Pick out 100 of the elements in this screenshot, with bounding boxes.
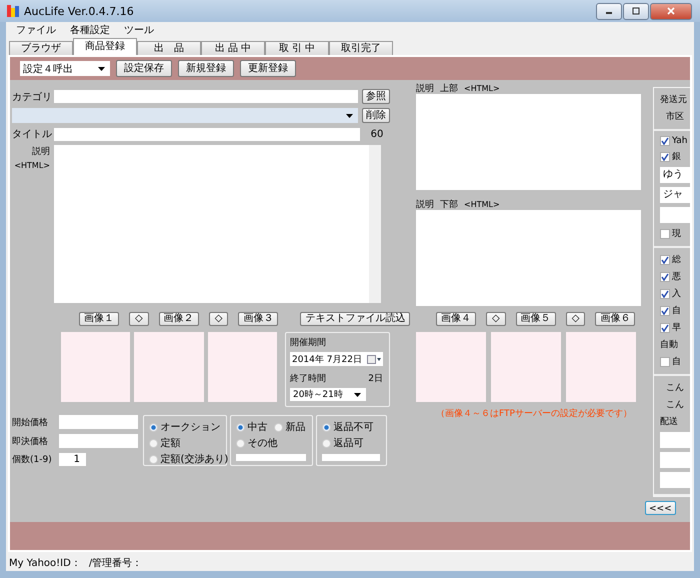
image-button[interactable]: 画像５ bbox=[516, 312, 556, 326]
radio-option[interactable]: 返品可 bbox=[322, 436, 364, 450]
title-field[interactable] bbox=[54, 128, 360, 140]
panel-label: 発送元 bbox=[660, 94, 688, 106]
image-button[interactable]: 画像３ bbox=[238, 312, 278, 326]
maximize-icon bbox=[632, 7, 640, 15]
caret-icon bbox=[346, 114, 353, 118]
swap-button[interactable]: ◇ bbox=[129, 312, 149, 326]
image-button[interactable]: 画像２ bbox=[158, 312, 199, 326]
checkbox-option[interactable]: 悪 bbox=[660, 270, 690, 283]
image-slot[interactable] bbox=[566, 332, 636, 402]
radio-option[interactable]: 中古 bbox=[236, 420, 268, 434]
toolbar-button[interactable]: 更新登録 bbox=[240, 60, 296, 77]
checkbox-option[interactable]: 銀 bbox=[660, 150, 690, 163]
period-label: 開催期間 bbox=[290, 336, 327, 349]
image-button[interactable]: 画像４ bbox=[436, 312, 476, 326]
field-label: 開始価格 bbox=[12, 416, 49, 428]
format-label: <HTML> bbox=[464, 84, 500, 93]
scrollbar[interactable] bbox=[369, 145, 381, 303]
text-field[interactable]: ゆう bbox=[660, 167, 690, 183]
field-label: タイトル bbox=[12, 128, 50, 141]
radio-option[interactable]: オークション bbox=[148, 420, 228, 434]
field-label: 説明 bbox=[416, 198, 434, 211]
close-button[interactable] bbox=[650, 2, 692, 20]
image-slot[interactable] bbox=[134, 332, 204, 402]
radio-option[interactable]: 返品不可 bbox=[322, 420, 374, 434]
panel-label: こん bbox=[665, 382, 685, 394]
checkbox-option[interactable]: 入 bbox=[660, 287, 690, 300]
field-label: 即決価格 bbox=[12, 436, 49, 448]
checkbox-option[interactable]: 自 bbox=[660, 355, 690, 368]
category-dropdown[interactable] bbox=[12, 108, 358, 123]
image-slot[interactable] bbox=[491, 332, 561, 402]
menu-item[interactable]: ツール bbox=[124, 23, 154, 37]
checkbox-option[interactable]: Yah bbox=[660, 136, 690, 146]
radio-option[interactable]: 新品 bbox=[274, 420, 306, 434]
end-time-label: 終了時間 bbox=[290, 372, 326, 385]
image-slot[interactable] bbox=[416, 332, 486, 402]
tab[interactable]: ブラウザ bbox=[9, 41, 73, 55]
image-slot[interactable] bbox=[208, 332, 277, 402]
swap-button[interactable]: ◇ bbox=[486, 312, 506, 326]
radio-option[interactable]: その他 bbox=[236, 436, 278, 450]
text-field[interactable] bbox=[660, 207, 690, 223]
text-field[interactable] bbox=[236, 454, 306, 461]
tab[interactable]: 取 引 中 bbox=[265, 41, 329, 55]
calendar-icon[interactable] bbox=[366, 354, 381, 364]
text-field[interactable] bbox=[660, 452, 690, 468]
preset-dropdown[interactable]: 設定４呼出 bbox=[20, 61, 110, 76]
close-icon bbox=[667, 7, 675, 15]
radio-option[interactable]: 定額(交渉あり) bbox=[148, 452, 228, 466]
text-field[interactable] bbox=[660, 472, 690, 488]
character-limit: 60 bbox=[370, 128, 384, 140]
tab[interactable]: 取引完了 bbox=[329, 41, 393, 55]
toolbar-button[interactable]: 新規登録 bbox=[178, 60, 234, 77]
panel-label: 自動 bbox=[660, 338, 679, 351]
field-label: 上部 bbox=[440, 82, 458, 95]
checkbox-option[interactable]: 自 bbox=[660, 304, 690, 317]
app-icon bbox=[6, 4, 20, 18]
status-text: My Yahoo!ID： bbox=[9, 556, 81, 570]
price-field[interactable] bbox=[59, 415, 138, 429]
image-button[interactable]: 画像１ bbox=[79, 312, 119, 326]
field-label: 下部 bbox=[440, 198, 458, 211]
format-label: <HTML> bbox=[464, 200, 500, 209]
checkbox-option[interactable]: 総 bbox=[660, 253, 690, 266]
swap-button[interactable]: ◇ bbox=[208, 312, 228, 326]
tab[interactable]: 商品登録 bbox=[73, 38, 137, 55]
radio-option[interactable]: 定額 bbox=[148, 436, 228, 450]
text-field[interactable]: ジャ bbox=[660, 187, 690, 203]
caret-icon bbox=[354, 392, 361, 396]
description-bottom-field[interactable] bbox=[416, 210, 641, 306]
image-slot[interactable] bbox=[61, 332, 130, 402]
quantity-field[interactable]: 1 bbox=[59, 453, 86, 466]
menu-item[interactable]: 各種設定 bbox=[70, 23, 110, 37]
checkbox-option[interactable]: 早 bbox=[660, 321, 690, 334]
menu-item[interactable]: ファイル bbox=[16, 23, 56, 37]
swap-button[interactable]: ◇ bbox=[566, 312, 586, 326]
delete-button[interactable]: 削除 bbox=[362, 108, 390, 123]
minimize-button[interactable] bbox=[596, 2, 622, 20]
description-field[interactable] bbox=[54, 145, 381, 303]
caret-icon bbox=[98, 66, 105, 70]
status-text: /管理番号： bbox=[88, 556, 142, 570]
collapse-button[interactable]: <<< bbox=[645, 501, 676, 515]
category-field[interactable] bbox=[54, 90, 358, 103]
image-button[interactable]: 画像６ bbox=[595, 312, 636, 326]
text-field[interactable] bbox=[660, 432, 690, 448]
date-picker[interactable]: 2014年 7月22日 bbox=[290, 352, 383, 366]
checkbox-option[interactable]: 現 bbox=[660, 227, 690, 240]
field-label: 説明 bbox=[416, 82, 434, 95]
browse-button[interactable]: 参照 bbox=[362, 89, 390, 104]
maximize-button[interactable] bbox=[623, 2, 649, 20]
price-field[interactable] bbox=[59, 434, 138, 448]
end-time-dropdown[interactable]: 20時～21時 bbox=[290, 388, 366, 401]
toolbar-button[interactable]: 設定保存 bbox=[116, 60, 172, 77]
format-label: <HTML> bbox=[14, 161, 50, 170]
tab[interactable]: 出 品 bbox=[137, 41, 201, 55]
load-text-button[interactable]: テキストファイル読込 bbox=[300, 312, 410, 326]
panel-label: 配送 bbox=[660, 416, 679, 428]
tab[interactable]: 出 品 中 bbox=[201, 41, 265, 55]
text-field[interactable] bbox=[322, 454, 380, 461]
description-top-field[interactable] bbox=[416, 94, 641, 190]
ftp-note: （画像４～６はFTPサーバーの設定が必要です） bbox=[435, 408, 633, 420]
